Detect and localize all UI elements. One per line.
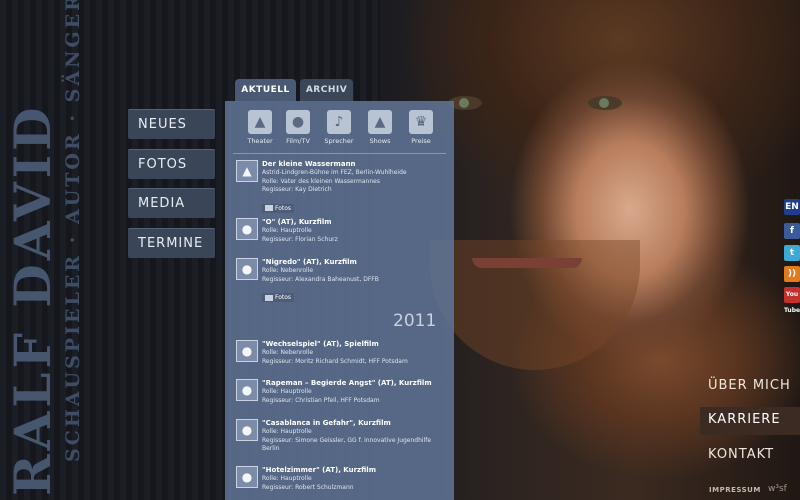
- trophy-icon: ♛: [409, 110, 433, 134]
- spotlight-icon: ▲: [368, 110, 392, 134]
- english-flag-icon[interactable]: EN: [784, 199, 800, 215]
- film-camera-icon: ●: [236, 258, 258, 280]
- entry-line: Rolle: Hauptrolle: [262, 475, 312, 482]
- category-theater[interactable]: ▲ Theater: [244, 110, 276, 145]
- entry-line: Regisseur: Simone Geissler, GG f. innova…: [262, 436, 432, 444]
- category-label: Preise: [411, 137, 431, 145]
- film-camera-icon: ●: [236, 340, 258, 362]
- news-panel: ▲ Theater ● Film/TV ♪ Sprecher ▲ Shows ♛…: [225, 101, 454, 500]
- fotos-link[interactable]: Fotos: [262, 203, 295, 213]
- film-camera-icon: ●: [236, 419, 258, 441]
- portrait-eye-right: [588, 96, 622, 110]
- photo-icon: [265, 205, 273, 211]
- nav-neues-button[interactable]: NEUES: [128, 109, 215, 139]
- portrait-mouth: [472, 258, 582, 268]
- nav-media-button[interactable]: MEDIA: [128, 188, 215, 218]
- entry-line: Rolle: Hauptrolle: [262, 227, 312, 234]
- entry-line: Berlin: [262, 445, 280, 452]
- designer-credit[interactable]: w³sf: [768, 484, 787, 494]
- film-camera-icon: ●: [236, 466, 258, 488]
- entry-title: "Casablanca in Gefahr", Kurzfilm: [262, 419, 391, 427]
- entry-line: Astrid-Lindgren-Bühne im FEZ, Berlin-Wuh…: [262, 169, 407, 176]
- facebook-icon[interactable]: f: [784, 223, 800, 239]
- tab-aktuell[interactable]: AKTUELL: [235, 79, 296, 101]
- category-label: Film/TV: [286, 137, 310, 145]
- category-label: Theater: [247, 137, 273, 145]
- entry-title: "Nigredo" (AT), Kurzfilm: [262, 258, 357, 266]
- entry-title: "Hotelzimmer" (AT), Kurzfilm: [262, 466, 376, 474]
- brand-logo: RALF DAVID SCHAUSPIELER · AUTOR · SÄNGER: [2, 0, 102, 500]
- fotos-label: Fotos: [275, 204, 292, 212]
- entry-line: Rolle: Hauptrolle: [262, 388, 312, 395]
- twitter-icon[interactable]: t: [784, 245, 800, 261]
- entry-line: Regisseur: Alexandra Baheanust, DFFB: [262, 275, 379, 283]
- tab-archiv[interactable]: ARCHIV: [300, 79, 353, 101]
- entry-line: Rolle: Nebenrolle: [262, 349, 314, 356]
- theater-icon: ▲: [248, 110, 272, 134]
- nav-kontakt-link[interactable]: KONTAKT: [708, 447, 774, 462]
- year-heading: 2011: [393, 311, 437, 331]
- category-film-tv[interactable]: ● Film/TV: [282, 110, 314, 145]
- entry-line: Rolle: Vater des kleinen Wassermannes: [262, 177, 380, 185]
- fotos-link[interactable]: Fotos: [262, 293, 295, 302]
- film-camera-icon: ●: [236, 218, 258, 240]
- youtube-icon[interactable]: You Tube: [784, 287, 800, 314]
- entry-line: Regisseur: Christian Pfeil, HFF Potsdam: [262, 396, 380, 404]
- nav-termine-button[interactable]: TERMINE: [128, 228, 215, 258]
- nav-ueber-mich-link[interactable]: ÜBER MICH: [708, 378, 791, 393]
- brand-tagline: SCHAUSPIELER · AUTOR · SÄNGER: [62, 0, 84, 462]
- category-preise[interactable]: ♛ Preise: [405, 110, 437, 145]
- entry-title: "Rapeman – Begierde Angst" (AT), Kurzfil…: [262, 379, 432, 387]
- entry-title: Der kleine Wassermann: [262, 160, 356, 168]
- category-label: Sprecher: [324, 137, 354, 145]
- entry-title: "Wechselspiel" (AT), Spielfilm: [262, 340, 379, 348]
- entry-title: "O" (AT), Kurzfilm: [262, 218, 332, 226]
- entry-line: Rolle: Nebenrolle: [262, 267, 314, 274]
- brand-name: RALF DAVID: [3, 103, 62, 496]
- entry-line: Regisseur: Moritz Richard Schmidt, HFF P…: [262, 357, 408, 365]
- film-camera-icon: ●: [236, 379, 258, 401]
- entry-line: Regisseur: Florian Schurz: [262, 235, 338, 243]
- microphone-icon: ♪: [327, 110, 351, 134]
- category-shows[interactable]: ▲ Shows: [364, 110, 396, 145]
- category-label: Shows: [369, 137, 391, 145]
- nav-fotos-button[interactable]: FOTOS: [128, 149, 215, 179]
- impressum-link[interactable]: IMPRESSUM: [709, 486, 761, 494]
- film-camera-icon: ●: [286, 110, 310, 134]
- theater-icon: ▲: [236, 160, 258, 182]
- fotos-label: Fotos: [275, 294, 292, 301]
- entry-line: Regisseur: Kay Dietrich: [262, 186, 332, 193]
- rss-icon[interactable]: )): [784, 266, 800, 282]
- entry-line: Rolle: Hauptrolle: [262, 428, 312, 435]
- category-sprecher[interactable]: ♪ Sprecher: [323, 110, 355, 145]
- nav-karriere-link[interactable]: KARRIERE: [700, 407, 800, 435]
- photo-icon: [265, 294, 273, 301]
- category-divider: [233, 153, 446, 154]
- entry-line: Regisseur: Robert Schulzmann: [262, 483, 354, 491]
